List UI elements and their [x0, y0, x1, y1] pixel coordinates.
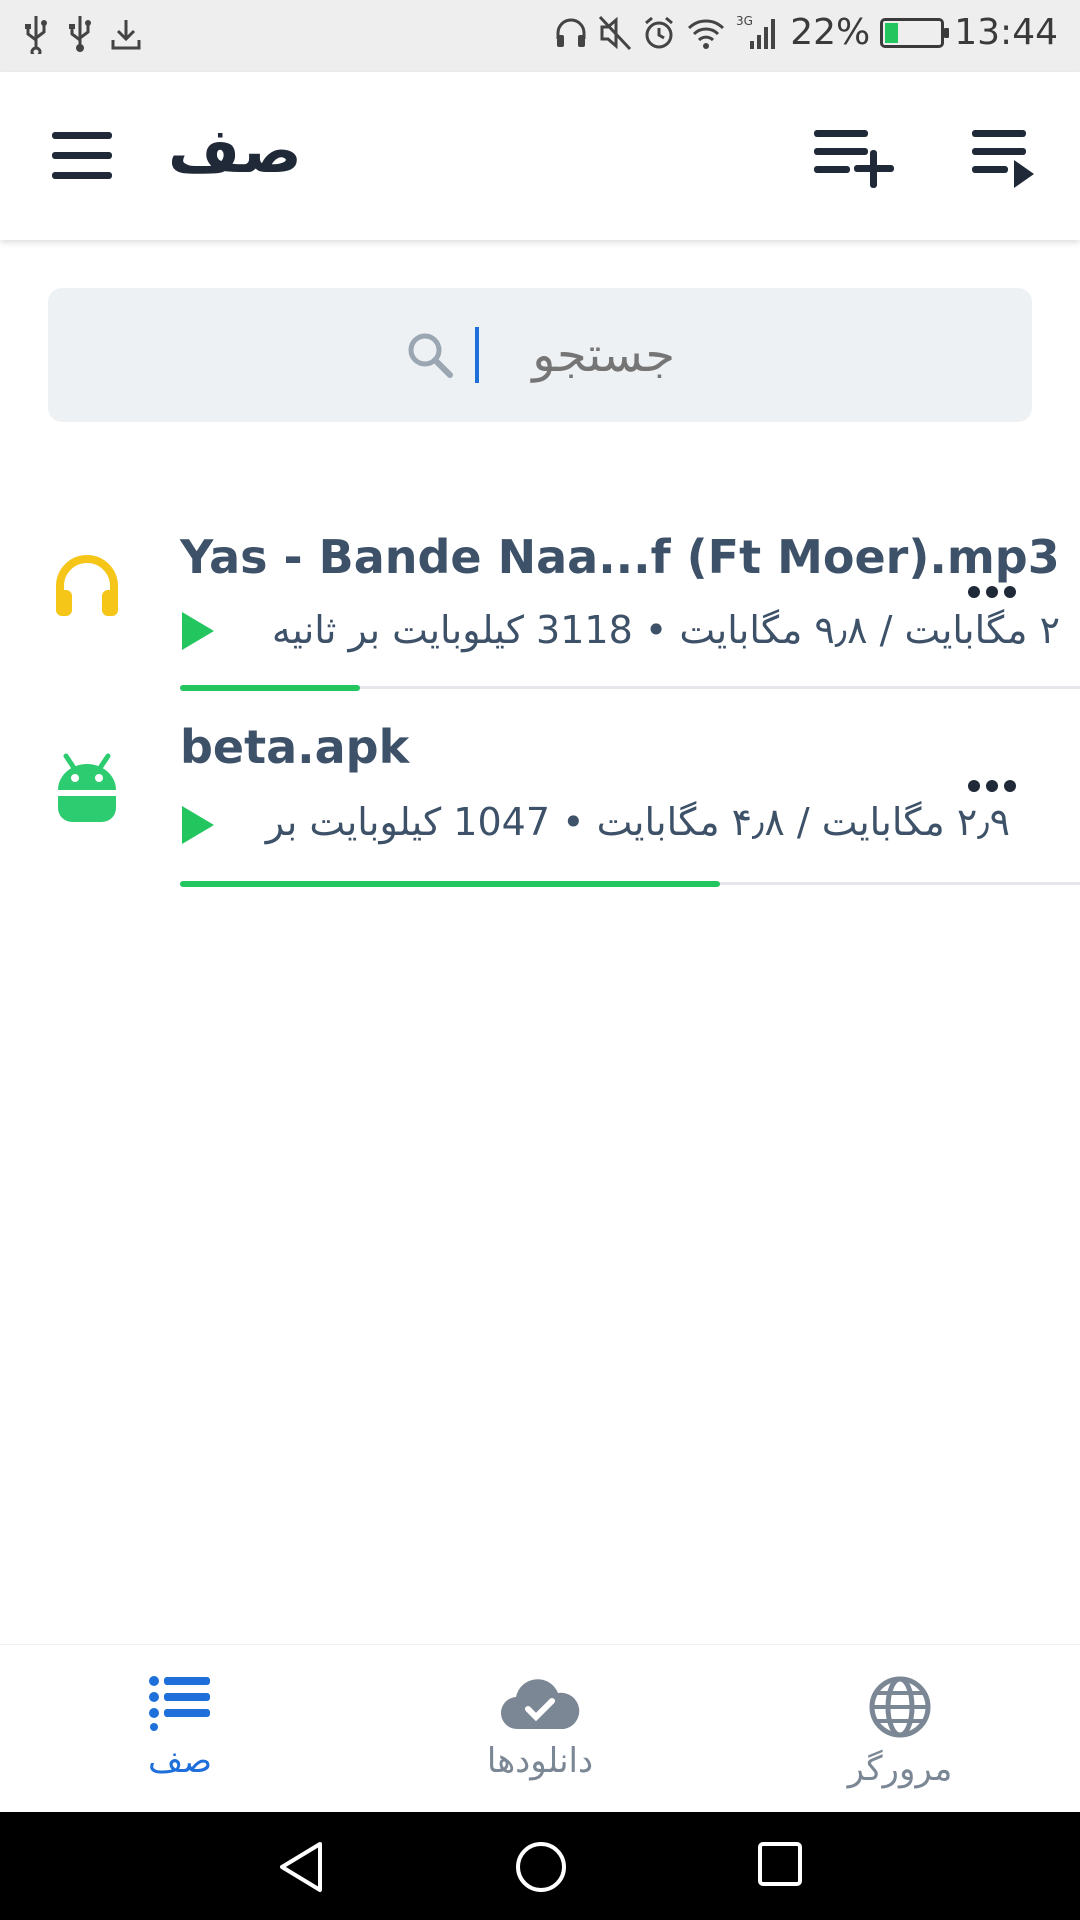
menu-icon[interactable] — [48, 128, 116, 184]
nav-item-downloads[interactable]: دانلودها — [440, 1675, 640, 1781]
system-nav-bar — [0, 1812, 1080, 1920]
signal-icon: 3G — [736, 13, 780, 53]
android-icon — [52, 750, 122, 834]
search-bar[interactable] — [48, 288, 1032, 422]
nav-item-queue[interactable]: صف — [80, 1675, 280, 1781]
wifi-icon — [686, 15, 726, 51]
bottom-nav: صف دانلودها مرورگر — [0, 1644, 1080, 1812]
search-icon — [405, 330, 455, 380]
battery-icon — [880, 17, 950, 48]
more-icon[interactable] — [968, 780, 1024, 800]
alarm-icon — [642, 15, 676, 51]
nav-label: مرورگر — [847, 1749, 953, 1789]
more-icon[interactable] — [968, 586, 1024, 606]
search-input[interactable] — [475, 327, 675, 383]
playlist-add-icon[interactable] — [812, 124, 896, 188]
usb-icon — [66, 14, 94, 54]
recents-icon[interactable] — [756, 1840, 804, 1892]
play-icon[interactable] — [180, 804, 216, 850]
download-icon — [110, 16, 142, 52]
home-icon[interactable] — [514, 1840, 568, 1898]
headphones-icon — [52, 552, 122, 626]
progress-fill — [180, 685, 360, 691]
progress-bar — [180, 685, 1080, 691]
app-bar: صف — [0, 72, 1080, 240]
battery-percent: 22% — [790, 12, 871, 53]
usb-icon — [22, 14, 50, 54]
file-name: beta.apk — [180, 720, 410, 774]
clock: 13:44 — [954, 12, 1058, 53]
status-bar: 3G 22% 13:44 — [0, 0, 1080, 72]
back-icon[interactable] — [276, 1840, 326, 1898]
list-item[interactable]: beta.apk ۲٫۹ مگابایت / ۴٫۸ مگابایت • 104… — [0, 704, 1080, 900]
network-label: 3G — [736, 14, 753, 28]
globe-icon — [868, 1675, 932, 1743]
page-title: صف — [168, 114, 302, 187]
progress-bar — [180, 881, 1080, 887]
nav-label: صف — [147, 1741, 213, 1781]
playlist-play-icon[interactable] — [970, 124, 1038, 188]
nav-label: دانلودها — [486, 1741, 594, 1781]
list-icon — [148, 1675, 212, 1735]
headset-icon — [554, 15, 588, 51]
mute-icon — [598, 15, 632, 51]
download-meta: ۲ مگابایت / ۹٫۸ مگابایت • 3118 کیلوبایت … — [271, 608, 1060, 652]
nav-item-browser[interactable]: مرورگر — [800, 1675, 1000, 1789]
download-meta: ۲٫۹ مگابایت / ۴٫۸ مگابایت • 1047 کیلوبای… — [265, 800, 1010, 844]
cloud-check-icon — [500, 1675, 580, 1735]
play-icon[interactable] — [180, 610, 216, 656]
progress-fill — [180, 881, 720, 887]
list-item[interactable]: Yas - Bande Naa...f (Ft Moer).mp3 ۲ مگاب… — [0, 510, 1080, 706]
file-name: Yas - Bande Naa...f (Ft Moer).mp3 — [180, 530, 1060, 584]
